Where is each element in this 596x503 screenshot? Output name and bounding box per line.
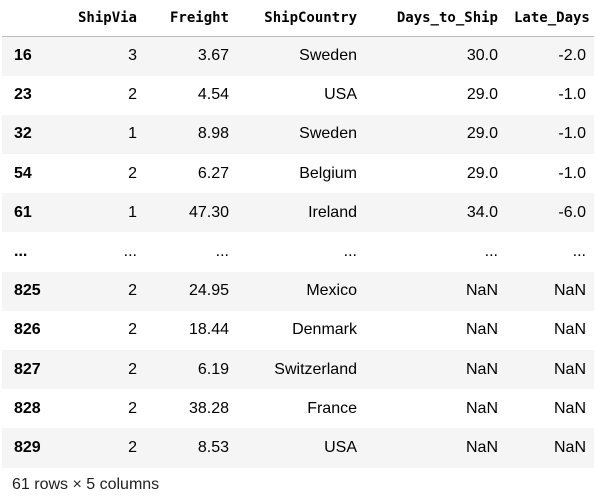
- shipcountry-cell: Sweden: [299, 125, 357, 143]
- table-header: ShipVia Freight ShipCountry Days_to_Ship…: [2, 0, 594, 37]
- shipvia-cell: 2: [128, 360, 137, 378]
- table-row: 16 3 3.67 Sweden 30.0 -2.0: [2, 36, 594, 76]
- shipcountry-cell: ...: [343, 243, 357, 261]
- dataframe-output: ShipVia Freight ShipCountry Days_to_Ship…: [0, 0, 596, 503]
- table-row: 828 2 38.28 France NaN NaN: [2, 389, 594, 428]
- shipvia-cell: 2: [128, 438, 137, 456]
- row-count-summary: 61 rows × 5 columns: [12, 476, 160, 493]
- days-to-ship-cell: NaN: [465, 282, 498, 300]
- freight-cell: ...: [215, 243, 229, 261]
- table-row: 825 2 24.95 Mexico NaN NaN: [2, 271, 594, 311]
- late-days-cell: NaN: [553, 360, 586, 378]
- late-days-cell: -1.0: [558, 164, 586, 182]
- index-header: [2, 0, 60, 37]
- shipvia-cell: 2: [128, 321, 137, 339]
- row-index: 825: [14, 282, 41, 300]
- days-to-ship-cell: NaN: [465, 399, 498, 417]
- column-header-days-to-ship: Days_to_Ship: [365, 0, 506, 37]
- row-index: 61: [14, 203, 32, 221]
- row-index: 829: [14, 438, 41, 456]
- shipvia-cell: 1: [128, 125, 137, 143]
- row-index: 826: [14, 321, 41, 339]
- days-to-ship-cell: ...: [484, 243, 498, 261]
- shipcountry-cell: USA: [324, 86, 357, 104]
- table-row: ..................: [2, 232, 594, 271]
- days-to-ship-cell: 34.0: [466, 203, 498, 221]
- shipcountry-cell: Ireland: [308, 203, 357, 221]
- row-index: 827: [14, 360, 41, 378]
- table-row: 829 2 8.53 USA NaN NaN: [2, 428, 594, 468]
- row-index: 828: [14, 399, 41, 417]
- header-row: ShipVia Freight ShipCountry Days_to_Ship…: [2, 0, 594, 37]
- shipcountry-cell: Sweden: [299, 47, 357, 65]
- row-index: ...: [14, 243, 28, 261]
- shipvia-cell: 2: [128, 282, 137, 300]
- shipcountry-cell: Belgium: [299, 164, 357, 182]
- freight-cell: 3.67: [197, 47, 229, 65]
- freight-cell: 8.98: [197, 125, 229, 143]
- shipvia-cell: ...: [123, 243, 137, 261]
- table-row: 61 1 47.30 Ireland 34.0 -6.0: [2, 193, 594, 233]
- late-days-cell: -1.0: [558, 125, 586, 143]
- late-days-cell: -2.0: [558, 47, 586, 65]
- dataframe-table: ShipVia Freight ShipCountry Days_to_Ship…: [2, 0, 594, 468]
- days-to-ship-cell: 29.0: [466, 164, 498, 182]
- row-index: 54: [14, 164, 32, 182]
- table-row: 23 2 4.54 USA 29.0 -1.0: [2, 76, 594, 115]
- shipcountry-cell: Mexico: [306, 282, 357, 300]
- row-index: 23: [14, 86, 32, 104]
- late-days-cell: NaN: [553, 438, 586, 456]
- table-row: 826 2 18.44 Denmark NaN NaN: [2, 311, 594, 350]
- column-header-late-days: Late_Days: [506, 0, 594, 37]
- late-days-cell: -6.0: [558, 203, 586, 221]
- days-to-ship-cell: NaN: [465, 321, 498, 339]
- freight-cell: 6.19: [197, 360, 229, 378]
- shipcountry-cell: Denmark: [292, 321, 357, 339]
- shipcountry-cell: USA: [324, 438, 357, 456]
- freight-cell: 6.27: [197, 164, 229, 182]
- table-row: 827 2 6.19 Switzerland NaN NaN: [2, 350, 594, 390]
- freight-cell: 18.44: [188, 321, 229, 339]
- column-header-shipcountry: ShipCountry: [237, 0, 365, 37]
- late-days-cell: NaN: [553, 321, 586, 339]
- column-header-freight: Freight: [145, 0, 237, 37]
- shipcountry-cell: Switzerland: [274, 360, 357, 378]
- column-header-shipvia: ShipVia: [60, 0, 145, 37]
- late-days-cell: NaN: [553, 399, 586, 417]
- late-days-cell: ...: [572, 243, 586, 261]
- freight-cell: 38.28: [188, 399, 229, 417]
- shipvia-cell: 2: [128, 164, 137, 182]
- freight-cell: 4.54: [197, 86, 229, 104]
- days-to-ship-cell: 29.0: [466, 86, 498, 104]
- freight-cell: 47.30: [188, 203, 229, 221]
- shipvia-cell: 1: [128, 203, 137, 221]
- table-row: 54 2 6.27 Belgium 29.0 -1.0: [2, 154, 594, 193]
- shipcountry-cell: France: [307, 399, 357, 417]
- days-to-ship-cell: 30.0: [466, 47, 498, 65]
- late-days-cell: -1.0: [558, 86, 586, 104]
- shipvia-cell: 3: [128, 47, 137, 65]
- late-days-cell: NaN: [553, 282, 586, 300]
- table-row: 32 1 8.98 Sweden 29.0 -1.0: [2, 114, 594, 155]
- days-to-ship-cell: NaN: [465, 360, 498, 378]
- table-body: 16 3 3.67 Sweden 30.0 -2.0 23 2 4.54 USA 29.0 -1.0 3…: [2, 36, 594, 468]
- shipvia-cell: 2: [128, 86, 137, 104]
- days-to-ship-cell: 29.0: [466, 125, 498, 143]
- shipvia-cell: 2: [128, 399, 137, 417]
- freight-cell: 24.95: [188, 282, 229, 300]
- freight-cell: 8.53: [197, 438, 229, 456]
- row-index: 32: [14, 125, 32, 143]
- row-index: 16: [14, 47, 32, 65]
- days-to-ship-cell: NaN: [465, 438, 498, 456]
